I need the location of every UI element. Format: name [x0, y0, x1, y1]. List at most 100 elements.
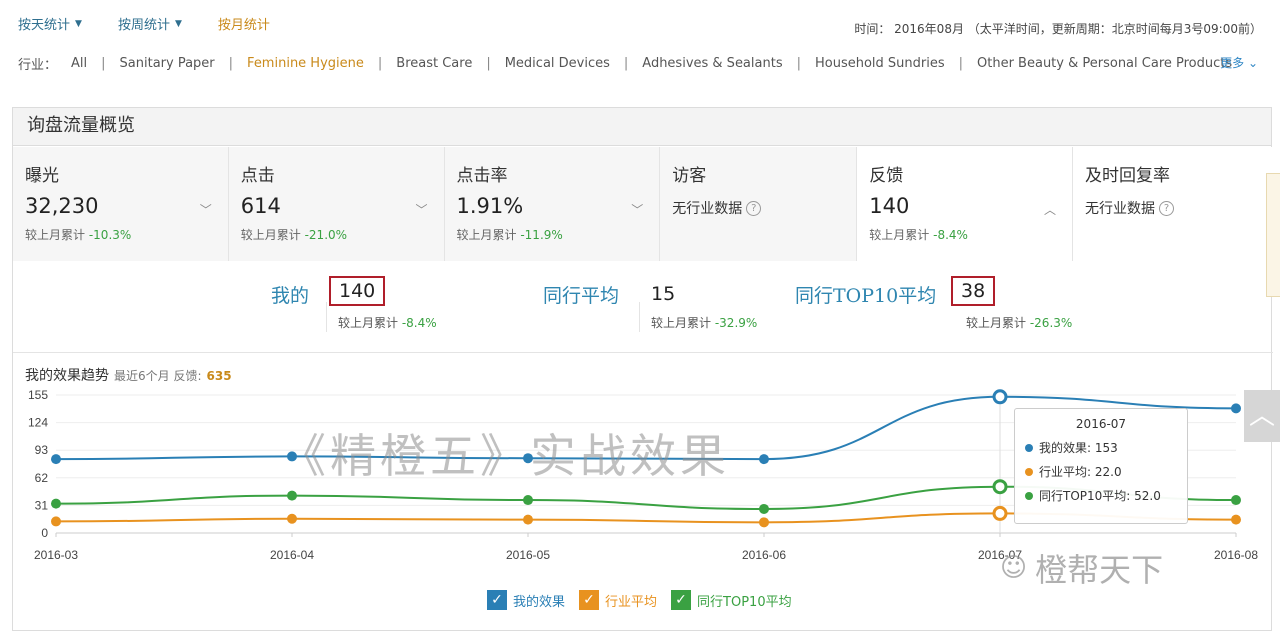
tab-monthly[interactable]: 按月统计	[218, 14, 270, 33]
metric-card-exposure[interactable]: 曝光 32,230 较上月累计 -10.3% ﹀	[13, 147, 229, 261]
help-icon[interactable]: ?	[1159, 200, 1175, 216]
metric-compare: 较上月累计 -11.9%	[457, 226, 660, 243]
metric-name: 点击率	[456, 166, 508, 186]
x-tick-label: 2016-08	[1214, 548, 1258, 562]
legend-item-mine[interactable]: ✓ 我的效果	[487, 590, 565, 610]
tab-daily[interactable]: 按天统计 ▼	[18, 14, 82, 33]
metric-name: 曝光	[25, 166, 59, 186]
data-point	[523, 495, 533, 506]
data-point	[51, 498, 61, 509]
compare-label: 较上月累计	[25, 228, 86, 242]
back-to-top-button[interactable]: ︿	[1244, 390, 1280, 442]
checkbox-checked-icon: ✓	[671, 590, 692, 610]
compare-avg-value: 15	[651, 283, 676, 305]
chart-legend: ✓ 我的效果 ✓ 行业平均 ✓ 同行TOP10平均	[487, 590, 792, 610]
metric-compare: 较上月累计 -10.3%	[25, 226, 228, 243]
compare-mine-sub: 较上月累计 -8.4%	[338, 314, 437, 331]
metric-card-clicks[interactable]: 点击 614 较上月累计 -21.0% ﹀	[228, 147, 445, 261]
metric-nodata: 无行业数据?	[1085, 198, 1273, 218]
industry-filter: 行业： All | Sanitary Paper | Feminine Hygi…	[18, 54, 1272, 73]
data-point-highlighted	[992, 505, 1008, 521]
legend-dot	[1025, 491, 1033, 500]
tab-monthly-label: 按月统计	[217, 18, 270, 33]
industry-item-all[interactable]: All	[71, 56, 87, 71]
industry-item-medical-devices[interactable]: Medical Devices	[505, 56, 610, 71]
compare-top10-value: 38	[951, 276, 996, 306]
data-point	[51, 516, 61, 527]
compare-change: -11.9%	[520, 228, 563, 242]
y-tick-label: 93	[35, 443, 49, 457]
industry-item-household-sundries[interactable]: Household Sundries	[815, 56, 945, 71]
divider	[326, 302, 327, 332]
industry-item-other-beauty[interactable]: Other Beauty & Personal Care Products	[977, 56, 1232, 71]
chevron-down-icon: ▼	[75, 18, 82, 29]
metric-card-visitors[interactable]: 访客 无行业数据?	[660, 147, 858, 261]
data-point-highlighted	[992, 389, 1008, 405]
legend-item-avg[interactable]: ✓ 行业平均	[579, 590, 657, 610]
compare-change: -26.3%	[1029, 316, 1073, 330]
separator: |	[377, 56, 383, 71]
industry-label: 行业：	[18, 58, 58, 73]
tooltip-value: 我的效果: 153	[1039, 441, 1118, 455]
data-point	[287, 451, 297, 462]
y-tick-label: 155	[28, 388, 48, 402]
stat-period-tabs: 按天统计 ▼ 按周统计 ▼ 按月统计	[18, 14, 270, 33]
metric-card-reply-rate[interactable]: 及时回复率 无行业数据?	[1073, 147, 1274, 261]
y-tick-label: 0	[41, 526, 48, 540]
industry-item-feminine-hygiene[interactable]: Feminine Hygiene	[247, 56, 364, 71]
data-point	[523, 514, 533, 525]
data-point	[759, 503, 769, 514]
metric-cards: 曝光 32,230 较上月累计 -10.3% ﹀ 点击 614 较上月累计 -2…	[13, 147, 1274, 261]
side-feedback-tab[interactable]	[1266, 173, 1280, 297]
time-info: 时间： 2016年08月 （太平洋时间，更新周期：北京时间每月3号09:00前）	[854, 22, 1262, 36]
y-tick-label: 31	[35, 498, 49, 512]
industry-item-breast-care[interactable]: Breast Care	[396, 56, 472, 71]
compare-change: -32.9%	[714, 316, 758, 330]
panel-title: 询盘流量概览	[13, 108, 1271, 146]
compare-mine-label: 我的	[271, 285, 310, 307]
more-industries-button[interactable]: 更多 ⌄	[1220, 54, 1258, 71]
legend-dot	[1025, 443, 1033, 452]
nodata-text: 无行业数据	[1085, 201, 1156, 217]
industry-item-adhesives[interactable]: Adhesives & Sealants	[642, 56, 782, 71]
feedback-compare: 我的 140 较上月累计 -8.4% 同行平均 15 较上月累计 -32.9% …	[13, 262, 1273, 354]
data-point	[759, 517, 769, 528]
legend-item-top10[interactable]: ✓ 同行TOP10平均	[671, 590, 792, 610]
y-tick-label: 62	[35, 471, 49, 485]
compare-label: 较上月累计	[651, 316, 712, 330]
metric-compare: 较上月累计 -8.4%	[869, 226, 1072, 243]
compare-label: 较上月累计	[869, 228, 930, 242]
tooltip-title: 2016-07	[1075, 417, 1127, 431]
compare-avg-sub: 较上月累计 -32.9%	[651, 314, 757, 331]
help-icon[interactable]: ?	[746, 200, 762, 216]
tab-daily-label: 按天统计	[18, 18, 71, 33]
chevron-down-icon: ﹀	[199, 203, 212, 217]
metric-card-ctr[interactable]: 点击率 1.91% 较上月累计 -11.9% ﹀	[444, 147, 661, 261]
metric-name: 及时回复率	[1085, 166, 1171, 186]
compare-label: 较上月累计	[240, 228, 301, 242]
legend-label: 我的效果	[513, 594, 566, 610]
metric-card-feedback[interactable]: 反馈 140 较上月累计 -8.4% ︿	[857, 147, 1074, 261]
separator: |	[101, 56, 106, 71]
chevron-down-icon: ▼	[174, 18, 182, 29]
data-point-highlighted	[992, 479, 1008, 495]
data-point	[51, 454, 61, 465]
industry-item-sanitary-paper[interactable]: Sanitary Paper	[120, 56, 215, 71]
checkbox-checked-icon: ✓	[579, 590, 600, 610]
separator: |	[623, 56, 629, 71]
metric-name: 访客	[672, 166, 707, 186]
metric-value: 32,230	[25, 194, 99, 218]
legend-label: 同行TOP10平均	[697, 594, 792, 610]
tooltip-row-avg: 行业平均: 22.0	[1025, 463, 1177, 480]
compare-label: 较上月累计	[966, 316, 1027, 330]
metric-name: 点击	[240, 166, 275, 186]
compare-top10-label: 同行TOP10平均	[795, 285, 937, 307]
separator: |	[486, 56, 491, 71]
y-tick-label: 124	[28, 416, 48, 430]
data-point	[759, 454, 769, 465]
data-point	[1231, 495, 1241, 506]
tab-weekly[interactable]: 按周统计 ▼	[118, 14, 182, 33]
metric-value: 140	[869, 194, 910, 218]
metric-name: 反馈	[869, 166, 904, 186]
compare-change: -8.4%	[401, 316, 437, 330]
